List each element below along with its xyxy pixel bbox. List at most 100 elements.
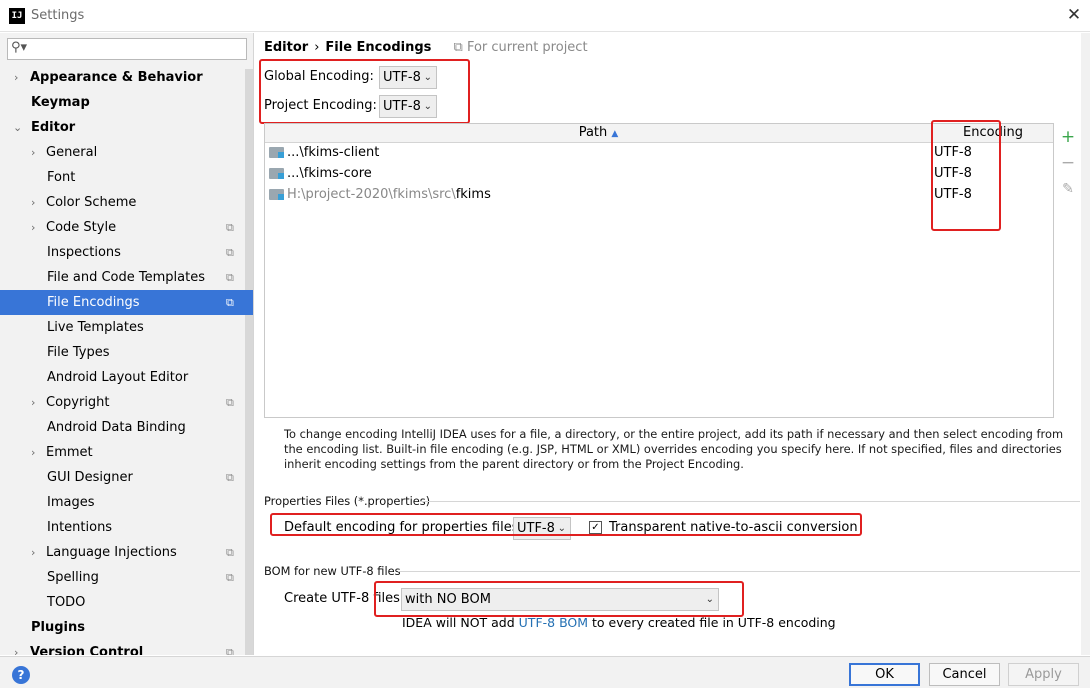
properties-encoding-select[interactable]: UTF-8 ⌄ <box>513 517 571 540</box>
sidebar-item-color-scheme[interactable]: › Color Scheme <box>0 190 253 215</box>
properties-encoding-value: UTF-8 <box>517 521 555 536</box>
project-encoding-select[interactable]: UTF-8 ⌄ <box>379 95 437 118</box>
sidebar-item-language-injections[interactable]: › Language Injections ⧉ <box>0 540 253 565</box>
utf8-bom-link[interactable]: UTF-8 BOM <box>519 615 588 630</box>
table-row[interactable]: ...\fkims-client UTF-8 <box>265 142 1053 163</box>
project-scope-icon: ⧉ <box>226 396 234 409</box>
expand-arrow-icon[interactable]: › <box>31 540 35 565</box>
sidebar-item-code-style[interactable]: › Code Style ⧉ <box>0 215 253 240</box>
transparent-conversion-checkbox[interactable]: ✓ <box>589 521 602 534</box>
sidebar-item-label: Android Layout Editor <box>47 370 189 385</box>
properties-default-encoding-label: Default encoding for properties files: <box>284 520 523 535</box>
sidebar-item-label: Emmet <box>46 445 93 460</box>
sort-ascending-icon: ▲ <box>611 129 619 139</box>
expand-arrow-icon[interactable]: › <box>31 190 35 215</box>
remove-icon[interactable]: − <box>1058 152 1078 174</box>
expand-arrow-icon[interactable]: › <box>31 440 35 465</box>
project-scope-icon: ⧉ <box>226 571 234 584</box>
close-window-button[interactable]: ✕ <box>1062 4 1086 26</box>
project-scope-icon: ⧉ <box>226 221 234 234</box>
add-icon[interactable]: + <box>1058 126 1078 148</box>
row-path: ...\fkims-client <box>287 145 380 160</box>
project-scope-icon: ⧉ <box>226 646 234 655</box>
sidebar-item-label: Language Injections <box>46 545 177 560</box>
expand-arrow-icon[interactable]: › <box>31 215 35 240</box>
section-divider <box>420 501 1080 502</box>
edit-icon[interactable]: ✎ <box>1058 178 1078 200</box>
sidebar-item-images[interactable]: Images <box>0 490 253 515</box>
sidebar-item-editor[interactable]: ⌄ Editor <box>0 115 253 140</box>
transparent-conversion-label[interactable]: Transparent native-to-ascii conversion <box>609 520 858 535</box>
sidebar-item-label: File Encodings <box>47 295 140 310</box>
expand-arrow-icon[interactable]: › <box>31 390 35 415</box>
global-encoding-select[interactable]: UTF-8 ⌄ <box>379 66 437 89</box>
table-row[interactable]: ...\fkims-core UTF-8 <box>265 163 1053 184</box>
sidebar-item-file-encodings[interactable]: File Encodings ⧉ <box>0 290 253 315</box>
project-scope-icon: ⧉ <box>226 546 234 559</box>
bom-select[interactable]: with NO BOM ⌄ <box>401 588 719 611</box>
sidebar-item-general[interactable]: › General <box>0 140 253 165</box>
sidebar-item-gui-designer[interactable]: GUI Designer ⧉ <box>0 465 253 490</box>
expand-arrow-icon[interactable]: › <box>14 65 18 90</box>
sidebar-item-label: Live Templates <box>47 320 144 335</box>
breadcrumb: Editor › File Encodings ⧉ For current proj… <box>264 40 588 58</box>
search-icon: ⚲▾ <box>11 40 28 55</box>
sidebar-item-android-data-binding[interactable]: Android Data Binding <box>0 415 253 440</box>
expand-arrow-icon[interactable]: › <box>31 140 35 165</box>
sidebar-item-inspections[interactable]: Inspections ⧉ <box>0 240 253 265</box>
sidebar-item-font[interactable]: Font <box>0 165 253 190</box>
ok-button[interactable]: OK <box>849 663 920 686</box>
properties-section-title: Properties Files (*.properties) <box>264 494 431 508</box>
sidebar-item-copyright[interactable]: › Copyright ⧉ <box>0 390 253 415</box>
project-scope-icon: ⧉ <box>453 40 463 55</box>
project-encoding-value: UTF-8 <box>383 99 421 114</box>
help-icon[interactable]: ? <box>12 666 30 684</box>
row-encoding[interactable]: UTF-8 <box>934 184 972 205</box>
row-path: H:\project-2020\fkims\src\fkims <box>287 187 491 202</box>
global-encoding-value: UTF-8 <box>383 70 421 85</box>
sidebar-item-appearance-behavior[interactable]: › Appearance & Behavior <box>0 65 253 90</box>
sidebar-item-label: Inspections <box>47 245 121 260</box>
file-encodings-table[interactable]: Path ▲ Encoding ...\fkims-client UTF-8 .… <box>264 123 1054 418</box>
table-header: Path ▲ Encoding <box>265 124 1053 143</box>
chevron-down-icon: ⌄ <box>423 101 432 112</box>
for-current-project-label: For current project <box>466 40 588 55</box>
sidebar-item-todo[interactable]: TODO <box>0 590 253 615</box>
cancel-button[interactable]: Cancel <box>929 663 1000 686</box>
sidebar-item-emmet[interactable]: › Emmet <box>0 440 253 465</box>
sidebar-item-plugins[interactable]: Plugins <box>0 615 253 640</box>
column-header-encoding[interactable]: Encoding <box>933 124 1053 142</box>
window-title: Settings <box>31 8 85 23</box>
apply-button[interactable]: Apply <box>1008 663 1079 686</box>
sidebar-item-label: Spelling <box>47 570 99 585</box>
table-row[interactable]: H:\project-2020\fkims\src\fkims UTF-8 <box>265 184 1053 205</box>
content-scrollbar[interactable] <box>1081 33 1090 655</box>
sidebar-item-file-code-templates[interactable]: File and Code Templates ⧉ <box>0 265 253 290</box>
sidebar-item-live-templates[interactable]: Live Templates <box>0 315 253 340</box>
expand-arrow-icon[interactable]: › <box>14 640 18 655</box>
sidebar-item-spelling[interactable]: Spelling ⧉ <box>0 565 253 590</box>
column-header-path[interactable]: Path ▲ <box>265 124 933 142</box>
sidebar-item-label: Images <box>47 495 95 510</box>
for-current-project-note: ⧉ For current project <box>454 40 588 55</box>
breadcrumb-editor[interactable]: Editor <box>264 40 308 55</box>
sidebar-item-intentions[interactable]: Intentions <box>0 515 253 540</box>
row-encoding[interactable]: UTF-8 <box>934 163 972 184</box>
sidebar-item-file-types[interactable]: File Types <box>0 340 253 365</box>
project-scope-icon: ⧉ <box>226 246 234 259</box>
settings-sidebar: ⚲▾ › Appearance & Behavior Keymap ⌄ Edit… <box>0 33 254 655</box>
sidebar-item-label: Android Data Binding <box>47 420 186 435</box>
project-encoding-label: Project Encoding: <box>264 98 377 113</box>
collapse-arrow-icon[interactable]: ⌄ <box>13 115 22 140</box>
chevron-down-icon: ⌄ <box>557 523 566 534</box>
sidebar-item-keymap[interactable]: Keymap <box>0 90 253 115</box>
sidebar-item-label: Version Control <box>30 645 144 655</box>
sidebar-item-label: Font <box>47 170 76 185</box>
sidebar-item-android-layout-editor[interactable]: Android Layout Editor <box>0 365 253 390</box>
search-input[interactable]: ⚲▾ <box>7 38 247 60</box>
dialog-button-bar: ? OK Cancel Apply <box>0 656 1090 688</box>
project-scope-icon: ⧉ <box>226 296 234 309</box>
row-encoding[interactable]: UTF-8 <box>934 142 972 163</box>
sidebar-item-version-control[interactable]: › Version Control ⧉ <box>0 640 253 655</box>
chevron-down-icon: ⌄ <box>423 72 432 83</box>
